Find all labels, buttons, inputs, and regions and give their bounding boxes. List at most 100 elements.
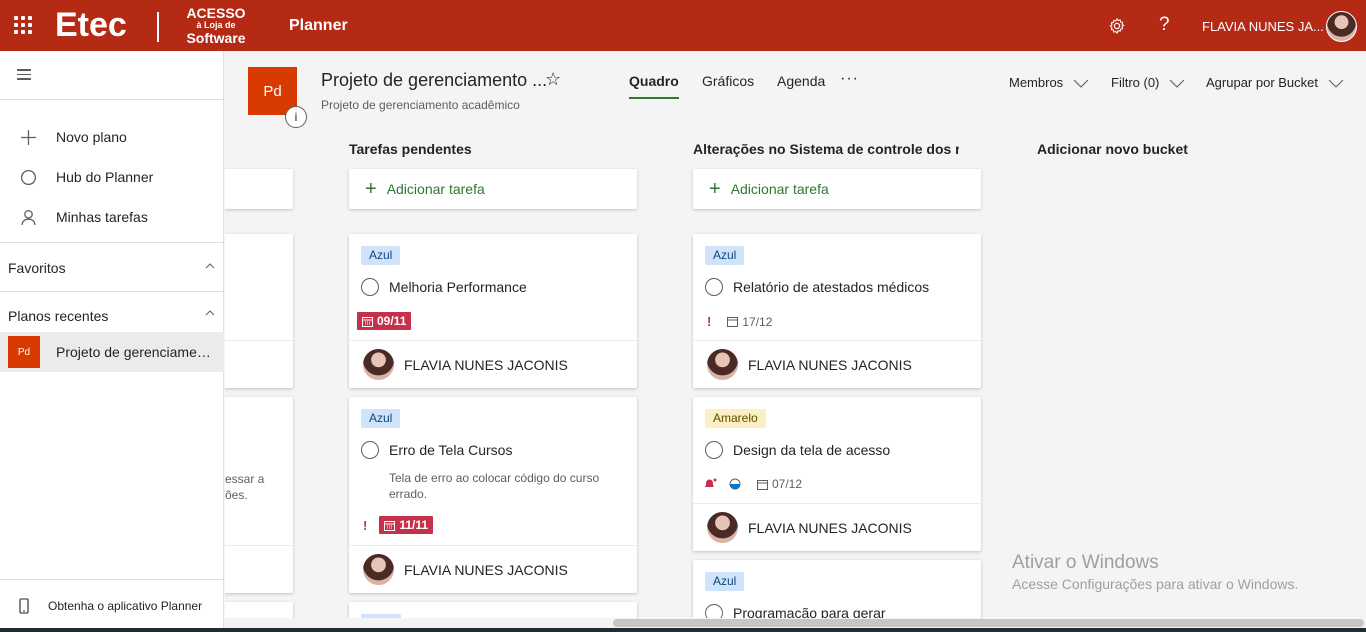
partial-task-card[interactable] — [225, 234, 293, 388]
assignee-name: FLAVIA NUNES JACONIS — [404, 561, 568, 578]
recent-plan-label: Projeto de gerenciamen... — [56, 344, 216, 360]
plus-icon: + — [709, 177, 721, 200]
chevron-down-icon — [1073, 79, 1089, 88]
task-card[interactable]: Azul Erro de Tela Cursos Tela de erro ao… — [349, 397, 637, 593]
label-tag: Amarelo — [705, 409, 766, 428]
card-divider — [349, 545, 637, 546]
due-date-badge: 09/11 — [357, 312, 412, 330]
etec-logo: Etec — [55, 6, 127, 44]
bucket-title[interactable]: Alterações no Sistema de controle dos re… — [693, 141, 959, 157]
task-card[interactable]: Azul Programação para gerar — [693, 560, 981, 618]
chevron-down-icon — [1328, 79, 1344, 88]
task-title-row: Design da tela de acesso — [705, 441, 890, 459]
task-meta: 07/12 — [701, 477, 802, 491]
chevron-up-icon[interactable] — [205, 308, 215, 318]
assignee: FLAVIA NUNES JACONIS — [707, 512, 912, 543]
partial-desc-line: essar a — [225, 472, 265, 486]
add-task-button[interactable]: + Adicionar tarefa — [693, 169, 981, 209]
app-launcher-icon[interactable] — [14, 16, 32, 34]
top-bar: Etec ACESSO à Loja de Software Planner ?… — [0, 0, 1366, 51]
add-new-bucket[interactable]: Adicionar novo bucket — [1037, 141, 1188, 157]
urgent-icon: ! — [363, 517, 368, 533]
settings-gear-icon[interactable] — [1108, 17, 1126, 35]
members-dropdown[interactable]: Membros — [1009, 75, 1089, 90]
sidebar-item-hub[interactable]: Hub do Planner — [0, 160, 224, 194]
complete-checkbox[interactable] — [705, 604, 723, 618]
group-by-dropdown[interactable]: Agrupar por Bucket — [1206, 75, 1344, 90]
phone-icon — [0, 598, 48, 614]
sidebar-item-label: Minhas tarefas — [56, 209, 148, 225]
windows-activation-watermark: Ativar o Windows Acesse Configurações pa… — [1012, 552, 1298, 592]
acesso-logo: ACESSO à Loja de Software — [172, 6, 260, 45]
bucket-title[interactable]: Tarefas pendentes — [349, 141, 637, 157]
task-description: Tela de erro ao colocar código do curso … — [389, 471, 600, 501]
task-meta: ! 17/12 — [701, 314, 772, 329]
favorites-heading[interactable]: Favoritos — [8, 260, 66, 276]
favorite-star-icon[interactable]: ☆ — [545, 69, 561, 90]
sidebar: Novo plano Hub do Planner Minhas tarefas… — [0, 51, 224, 632]
plus-icon: + — [365, 177, 377, 200]
plan-subtitle: Projeto de gerenciamento acadêmico — [321, 98, 520, 112]
hamburger-menu-icon[interactable] — [17, 69, 31, 80]
label-tag: Azul — [705, 246, 745, 265]
help-icon[interactable]: ? — [1159, 14, 1170, 36]
user-avatar[interactable] — [1326, 11, 1357, 42]
sidebar-item-novo-plano[interactable]: Novo plano — [0, 120, 224, 154]
card-divider — [693, 503, 981, 504]
calendar-icon — [757, 479, 768, 490]
due-date: 11/11 — [399, 518, 429, 532]
add-task-button[interactable]: + Adicionar tarefa — [349, 169, 637, 209]
assignee: FLAVIA NUNES JACONIS — [363, 349, 568, 380]
label-tag: Azul — [361, 246, 401, 265]
tab-agenda[interactable]: Agenda — [777, 73, 825, 89]
assignee-avatar — [707, 349, 738, 380]
more-options-icon[interactable]: ··· — [840, 70, 859, 88]
group-by-label: Agrupar por Bucket — [1206, 75, 1319, 90]
logo-line-1: ACESSO — [186, 5, 246, 21]
sidebar-divider — [0, 291, 224, 292]
task-title-row: Erro de Tela Cursos — [361, 441, 512, 459]
tab-quadro[interactable]: Quadro — [629, 73, 679, 89]
complete-checkbox[interactable] — [361, 278, 379, 296]
partial-task-card[interactable] — [225, 602, 293, 618]
partial-add-task[interactable] — [225, 169, 293, 209]
active-tab-indicator — [629, 97, 679, 99]
assignee: FLAVIA NUNES JACONIS — [363, 554, 568, 585]
sidebar-item-minhas-tarefas[interactable]: Minhas tarefas — [0, 200, 224, 234]
logo-line-2: à Loja de — [196, 20, 236, 30]
task-card[interactable]: Azul Relatório de atestados médicos ! 17… — [693, 234, 981, 388]
complete-checkbox[interactable] — [361, 441, 379, 459]
calendar-icon — [384, 520, 396, 531]
complete-checkbox[interactable] — [705, 441, 723, 459]
add-task-label: Adicionar tarefa — [386, 181, 485, 197]
plan-badge: Pd — [8, 336, 40, 368]
sidebar-divider — [0, 242, 224, 243]
partial-task-card[interactable]: essar a ões. — [225, 397, 293, 593]
watermark-subtitle: Acesse Configurações para ativar o Windo… — [1012, 576, 1299, 592]
task-card[interactable]: Azul Melhoria Performance 09/11 FLAVIA N… — [349, 234, 637, 388]
due-date: 09/11 — [377, 314, 407, 328]
assignee-name: FLAVIA NUNES JACONIS — [748, 356, 912, 373]
user-name[interactable]: FLAVIA NUNES JA... — [1202, 19, 1324, 34]
task-card[interactable] — [349, 602, 637, 618]
chevron-up-icon[interactable] — [205, 261, 215, 271]
complete-checkbox[interactable] — [705, 278, 723, 296]
add-task-label: Adicionar tarefa — [730, 181, 829, 197]
tab-graficos[interactable]: Gráficos — [702, 73, 754, 89]
filter-dropdown[interactable]: Filtro (0) — [1111, 75, 1185, 90]
label-tag — [361, 614, 401, 618]
label-tag: Azul — [361, 409, 401, 428]
recent-plans-heading[interactable]: Planos recentes — [8, 308, 108, 324]
task-card[interactable]: Amarelo Design da tela de acesso 07/12 F… — [693, 397, 981, 551]
horizontal-scrollbar[interactable] — [613, 619, 1364, 627]
recent-plan-item[interactable]: Pd Projeto de gerenciamen... — [0, 332, 224, 372]
partial-description: essar a ões. — [225, 471, 264, 503]
due-date-badge: 11/11 — [379, 516, 434, 534]
get-app-link[interactable]: Obtenha o aplicativo Planner — [0, 579, 224, 632]
assignee-avatar — [363, 349, 394, 380]
app-name[interactable]: Planner — [289, 17, 348, 35]
card-divider — [693, 340, 981, 341]
partial-desc-line: ões. — [225, 488, 248, 502]
taskbar-edge — [0, 628, 1366, 632]
task-title-row: Relatório de atestados médicos — [705, 278, 929, 296]
